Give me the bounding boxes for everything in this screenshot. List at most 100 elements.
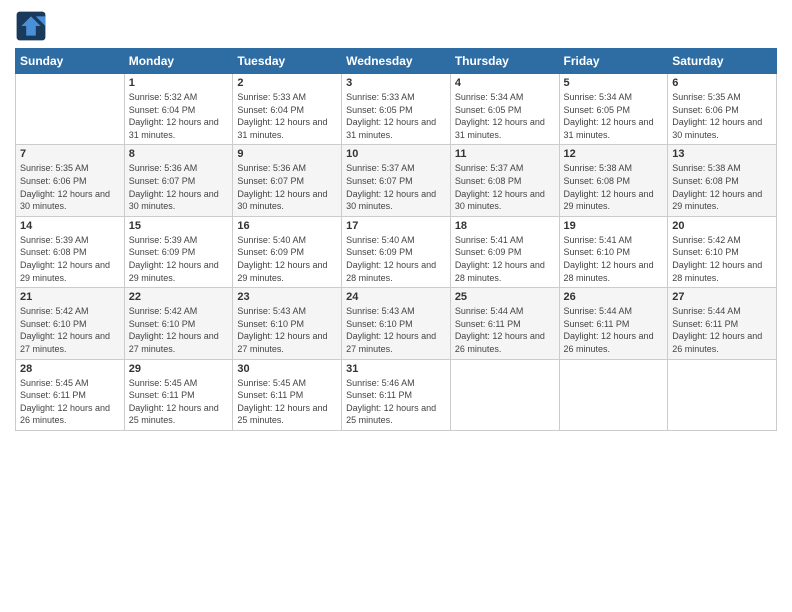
day-info: Sunrise: 5:34 AM Sunset: 6:05 PM Dayligh… xyxy=(564,91,664,141)
day-info: Sunrise: 5:35 AM Sunset: 6:06 PM Dayligh… xyxy=(672,91,772,141)
day-info: Sunrise: 5:41 AM Sunset: 6:09 PM Dayligh… xyxy=(455,234,555,284)
calendar-cell: 6 Sunrise: 5:35 AM Sunset: 6:06 PM Daylig… xyxy=(668,74,777,145)
calendar-cell: 2 Sunrise: 5:33 AM Sunset: 6:04 PM Daylig… xyxy=(233,74,342,145)
day-number: 5 xyxy=(564,77,664,89)
calendar-cell: 17Sunrise: 5:40 AM Sunset: 6:09 PM Dayli… xyxy=(342,216,451,287)
day-info: Sunrise: 5:36 AM Sunset: 6:07 PM Dayligh… xyxy=(129,162,229,212)
calendar-cell: 22 Sunrise: 5:42 AM Sunset: 6:10 PM Dayli… xyxy=(124,288,233,359)
calendar-cell: 11 Sunrise: 5:37 AM Sunset: 6:08 PM Dayli… xyxy=(450,145,559,216)
calendar-cell: 16 Sunrise: 5:40 AM Sunset: 6:09 PM Dayli… xyxy=(233,216,342,287)
day-info: Sunrise: 5:40 AM Sunset: 6:09 PM Dayligh… xyxy=(237,234,337,284)
page-container: SundayMondayTuesdayWednesdayThursdayFrid… xyxy=(0,0,792,441)
day-number: 23 xyxy=(237,291,337,303)
calendar-cell xyxy=(668,359,777,430)
day-number: 15 xyxy=(129,220,229,232)
header-friday: Friday xyxy=(559,49,668,74)
day-info: Sunrise: 5:42 AM Sunset: 6:10 PM Dayligh… xyxy=(672,234,772,284)
calendar-cell: 23 Sunrise: 5:43 AM Sunset: 6:10 PM Dayli… xyxy=(233,288,342,359)
day-info: Sunrise: 5:37 AM Sunset: 6:08 PM Dayligh… xyxy=(455,162,555,212)
day-number: 4 xyxy=(455,77,555,89)
calendar-cell: 15 Sunrise: 5:39 AM Sunset: 6:09 PM Dayli… xyxy=(124,216,233,287)
header-tuesday: Tuesday xyxy=(233,49,342,74)
day-number: 11 xyxy=(455,148,555,160)
calendar-cell: 24 Sunrise: 5:43 AM Sunset: 6:10 PM Dayli… xyxy=(342,288,451,359)
day-info: Sunrise: 5:38 AM Sunset: 6:08 PM Dayligh… xyxy=(672,162,772,212)
day-info: Sunrise: 5:44 AM Sunset: 6:11 PM Dayligh… xyxy=(455,305,555,355)
day-number: 22 xyxy=(129,291,229,303)
day-info: Sunrise: 5:46 AM Sunset: 6:11 PM Dayligh… xyxy=(346,377,446,427)
calendar-cell: 20 Sunrise: 5:42 AM Sunset: 6:10 PM Dayli… xyxy=(668,216,777,287)
calendar-cell: 31 Sunrise: 5:46 AM Sunset: 6:11 PM Dayli… xyxy=(342,359,451,430)
calendar-cell xyxy=(559,359,668,430)
day-info: Sunrise: 5:41 AM Sunset: 6:10 PM Dayligh… xyxy=(564,234,664,284)
day-info: Sunrise: 5:44 AM Sunset: 6:11 PM Dayligh… xyxy=(672,305,772,355)
calendar-cell: 30 Sunrise: 5:45 AM Sunset: 6:11 PM Dayli… xyxy=(233,359,342,430)
day-info: Sunrise: 5:45 AM Sunset: 6:11 PM Dayligh… xyxy=(129,377,229,427)
day-number: 6 xyxy=(672,77,772,89)
calendar-cell: 28 Sunrise: 5:45 AM Sunset: 6:11 PM Dayli… xyxy=(16,359,125,430)
day-number: 31 xyxy=(346,363,446,375)
day-number: 1 xyxy=(129,77,229,89)
day-number: 30 xyxy=(237,363,337,375)
day-number: 10 xyxy=(346,148,446,160)
calendar-cell xyxy=(450,359,559,430)
day-info: Sunrise: 5:45 AM Sunset: 6:11 PM Dayligh… xyxy=(20,377,120,427)
calendar-cell: 1 Sunrise: 5:32 AM Sunset: 6:04 PM Daylig… xyxy=(124,74,233,145)
calendar-cell: 14 Sunrise: 5:39 AM Sunset: 6:08 PM Dayli… xyxy=(16,216,125,287)
calendar-cell: 9 Sunrise: 5:36 AM Sunset: 6:07 PM Daylig… xyxy=(233,145,342,216)
calendar-cell: 18Sunrise: 5:41 AM Sunset: 6:09 PM Dayli… xyxy=(450,216,559,287)
day-info: Sunrise: 5:34 AM Sunset: 6:05 PM Dayligh… xyxy=(455,91,555,141)
calendar-cell: 27 Sunrise: 5:44 AM Sunset: 6:11 PM Dayli… xyxy=(668,288,777,359)
day-info: Sunrise: 5:39 AM Sunset: 6:09 PM Dayligh… xyxy=(129,234,229,284)
day-number: 25 xyxy=(455,291,555,303)
day-number: 3 xyxy=(346,77,446,89)
day-number: 16 xyxy=(237,220,337,232)
week-row-4: 21 Sunrise: 5:42 AM Sunset: 6:10 PM Dayli… xyxy=(16,288,777,359)
day-number: 27 xyxy=(672,291,772,303)
week-row-2: 7Sunrise: 5:35 AM Sunset: 6:06 PM Daylig… xyxy=(16,145,777,216)
calendar-cell: 4 Sunrise: 5:34 AM Sunset: 6:05 PM Daylig… xyxy=(450,74,559,145)
calendar-cell: 13 Sunrise: 5:38 AM Sunset: 6:08 PM Dayli… xyxy=(668,145,777,216)
day-info: Sunrise: 5:43 AM Sunset: 6:10 PM Dayligh… xyxy=(237,305,337,355)
logo-icon xyxy=(15,10,47,42)
week-row-3: 14 Sunrise: 5:39 AM Sunset: 6:08 PM Dayli… xyxy=(16,216,777,287)
day-number: 8 xyxy=(129,148,229,160)
day-number: 2 xyxy=(237,77,337,89)
day-number: 29 xyxy=(129,363,229,375)
day-number: 14 xyxy=(20,220,120,232)
day-info: Sunrise: 5:43 AM Sunset: 6:10 PM Dayligh… xyxy=(346,305,446,355)
header-thursday: Thursday xyxy=(450,49,559,74)
header-monday: Monday xyxy=(124,49,233,74)
calendar-cell: 12Sunrise: 5:38 AM Sunset: 6:08 PM Dayli… xyxy=(559,145,668,216)
day-info: Sunrise: 5:33 AM Sunset: 6:04 PM Dayligh… xyxy=(237,91,337,141)
day-info: Sunrise: 5:42 AM Sunset: 6:10 PM Dayligh… xyxy=(129,305,229,355)
day-info: Sunrise: 5:40 AM Sunset: 6:09 PM Dayligh… xyxy=(346,234,446,284)
day-info: Sunrise: 5:45 AM Sunset: 6:11 PM Dayligh… xyxy=(237,377,337,427)
calendar-cell: 7Sunrise: 5:35 AM Sunset: 6:06 PM Daylig… xyxy=(16,145,125,216)
calendar-cell: 25 Sunrise: 5:44 AM Sunset: 6:11 PM Dayli… xyxy=(450,288,559,359)
day-info: Sunrise: 5:37 AM Sunset: 6:07 PM Dayligh… xyxy=(346,162,446,212)
header-saturday: Saturday xyxy=(668,49,777,74)
logo xyxy=(15,10,51,42)
day-number: 28 xyxy=(20,363,120,375)
calendar-cell: 5 Sunrise: 5:34 AM Sunset: 6:05 PM Daylig… xyxy=(559,74,668,145)
day-info: Sunrise: 5:39 AM Sunset: 6:08 PM Dayligh… xyxy=(20,234,120,284)
calendar-cell: 8 Sunrise: 5:36 AM Sunset: 6:07 PM Daylig… xyxy=(124,145,233,216)
day-number: 7 xyxy=(20,148,120,160)
header-wednesday: Wednesday xyxy=(342,49,451,74)
day-info: Sunrise: 5:42 AM Sunset: 6:10 PM Dayligh… xyxy=(20,305,120,355)
week-row-1: 1 Sunrise: 5:32 AM Sunset: 6:04 PM Daylig… xyxy=(16,74,777,145)
day-number: 19 xyxy=(564,220,664,232)
day-info: Sunrise: 5:33 AM Sunset: 6:05 PM Dayligh… xyxy=(346,91,446,141)
day-number: 9 xyxy=(237,148,337,160)
day-number: 12 xyxy=(564,148,664,160)
day-info: Sunrise: 5:44 AM Sunset: 6:11 PM Dayligh… xyxy=(564,305,664,355)
day-number: 20 xyxy=(672,220,772,232)
day-info: Sunrise: 5:32 AM Sunset: 6:04 PM Dayligh… xyxy=(129,91,229,141)
day-number: 21 xyxy=(20,291,120,303)
day-number: 13 xyxy=(672,148,772,160)
calendar-table: SundayMondayTuesdayWednesdayThursdayFrid… xyxy=(15,48,777,431)
day-number: 24 xyxy=(346,291,446,303)
header-row xyxy=(15,10,777,42)
day-info: Sunrise: 5:36 AM Sunset: 6:07 PM Dayligh… xyxy=(237,162,337,212)
